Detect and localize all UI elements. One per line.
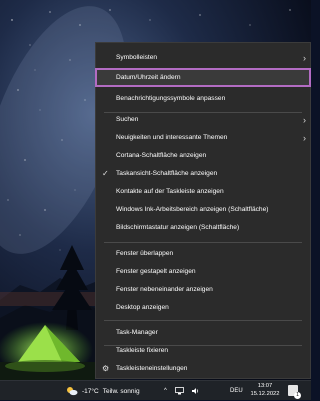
menu-item-label: Cortana-Schaltfläche anzeigen <box>116 152 207 159</box>
menu-divider <box>104 320 302 321</box>
chevron-right-icon: › <box>303 114 306 125</box>
menu-item-datum-uhrzeit-aendern[interactable]: Datum/Uhrzeit ändern <box>95 68 311 87</box>
partly-sunny-icon <box>67 387 78 396</box>
menu-item-label: Datum/Uhrzeit ändern <box>116 74 181 81</box>
menu-item-task-manager[interactable]: Task-Manager <box>96 324 310 341</box>
menu-item-fenster-ueberlappen[interactable]: Fenster überlappen <box>96 245 310 262</box>
menu-item-taskleisteneinstellungen[interactable]: ⚙ Taskleisteneinstellungen <box>96 360 310 377</box>
menu-item-label: Taskleisteneinstellungen <box>116 365 188 372</box>
menu-item-label: Kontakte auf der Taskleiste anzeigen <box>116 188 224 195</box>
clock-time: 13:07 <box>257 383 273 389</box>
clock-date: 15.12.2022 <box>250 391 280 397</box>
menu-item-kontakte[interactable]: Kontakte auf der Taskleiste anzeigen <box>96 183 310 200</box>
menu-item-fenster-gestapelt[interactable]: Fenster gestapelt anzeigen <box>96 263 310 280</box>
gear-icon: ⚙ <box>102 364 110 373</box>
notification-center-button[interactable]: 1 <box>288 385 301 399</box>
menu-item-desktop-anzeigen[interactable]: Desktop anzeigen <box>96 299 310 316</box>
menu-item-benachrichtigungssymbole[interactable]: Benachrichtigungssymbole anpassen <box>96 90 310 107</box>
menu-item-label: Bildschirmtastatur anzeigen (Schaltfläch… <box>116 224 240 231</box>
menu-item-fenster-nebeneinander[interactable]: Fenster nebeneinander anzeigen <box>96 281 310 298</box>
menu-item-cortana[interactable]: Cortana-Schaltfläche anzeigen <box>96 147 310 164</box>
menu-divider <box>104 242 302 243</box>
menu-item-label: Task-Manager <box>116 329 158 336</box>
system-clock[interactable]: 13:07 15.12.2022 <box>247 382 283 398</box>
weather-temperature: -17°C <box>82 387 99 395</box>
menu-item-label: Benachrichtigungssymbole anpassen <box>116 95 226 102</box>
network-icon[interactable] <box>175 381 184 401</box>
language-label: DEU <box>230 388 243 394</box>
menu-item-label: Symbolleisten <box>116 54 158 61</box>
weather-condition: Teilw. sonnig <box>102 387 140 395</box>
chevron-up-icon: ^ <box>164 388 167 394</box>
menu-item-label: Neuigkeiten und interessante Themen <box>116 134 228 141</box>
chevron-right-icon: › <box>303 52 306 63</box>
notification-count-badge: 1 <box>294 392 301 399</box>
language-indicator[interactable]: DEU <box>230 381 243 401</box>
network-glyph-icon <box>175 387 184 395</box>
menu-item-label: Taskleiste fixieren <box>116 347 169 354</box>
menu-item-bildschirmtastatur[interactable]: Bildschirmtastatur anzeigen (Schaltfläch… <box>96 219 310 236</box>
menu-item-neuigkeiten[interactable]: Neuigkeiten und interessante Themen › <box>96 129 310 146</box>
menu-item-label: Fenster nebeneinander anzeigen <box>116 286 213 293</box>
menu-item-taskleiste-fixieren[interactable]: Taskleiste fixieren <box>96 342 310 359</box>
speaker-icon <box>192 388 199 394</box>
taskbar-context-menu: Symbolleisten › Datum/Uhrzeit ändern Ben… <box>95 42 311 379</box>
checkmark-icon: ✓ <box>102 169 109 178</box>
menu-item-label: Suchen <box>116 116 139 123</box>
taskbar: -17°C Teilw. sonnig ^ DEU 13:07 15.12.20… <box>0 380 311 400</box>
menu-item-label: Taskansicht-Schaltfläche anzeigen <box>116 170 218 177</box>
volume-icon[interactable] <box>191 381 200 401</box>
show-hidden-icons-button[interactable]: ^ <box>164 381 167 401</box>
menu-item-label: Windows Ink-Arbeitsbereich anzeigen (Sch… <box>116 206 269 213</box>
menu-item-symbolleisten[interactable]: Symbolleisten › <box>96 49 310 66</box>
weather-widget[interactable]: -17°C Teilw. sonnig <box>66 381 140 401</box>
menu-item-label: Fenster überlappen <box>116 250 174 257</box>
menu-item-windows-ink[interactable]: Windows Ink-Arbeitsbereich anzeigen (Sch… <box>96 201 310 218</box>
menu-item-label: Desktop anzeigen <box>116 304 169 311</box>
menu-item-taskansicht[interactable]: ✓ Taskansicht-Schaltfläche anzeigen <box>96 165 310 182</box>
menu-item-suchen[interactable]: Suchen › <box>96 111 310 128</box>
menu-item-label: Fenster gestapelt anzeigen <box>116 268 196 275</box>
chevron-right-icon: › <box>303 132 306 143</box>
